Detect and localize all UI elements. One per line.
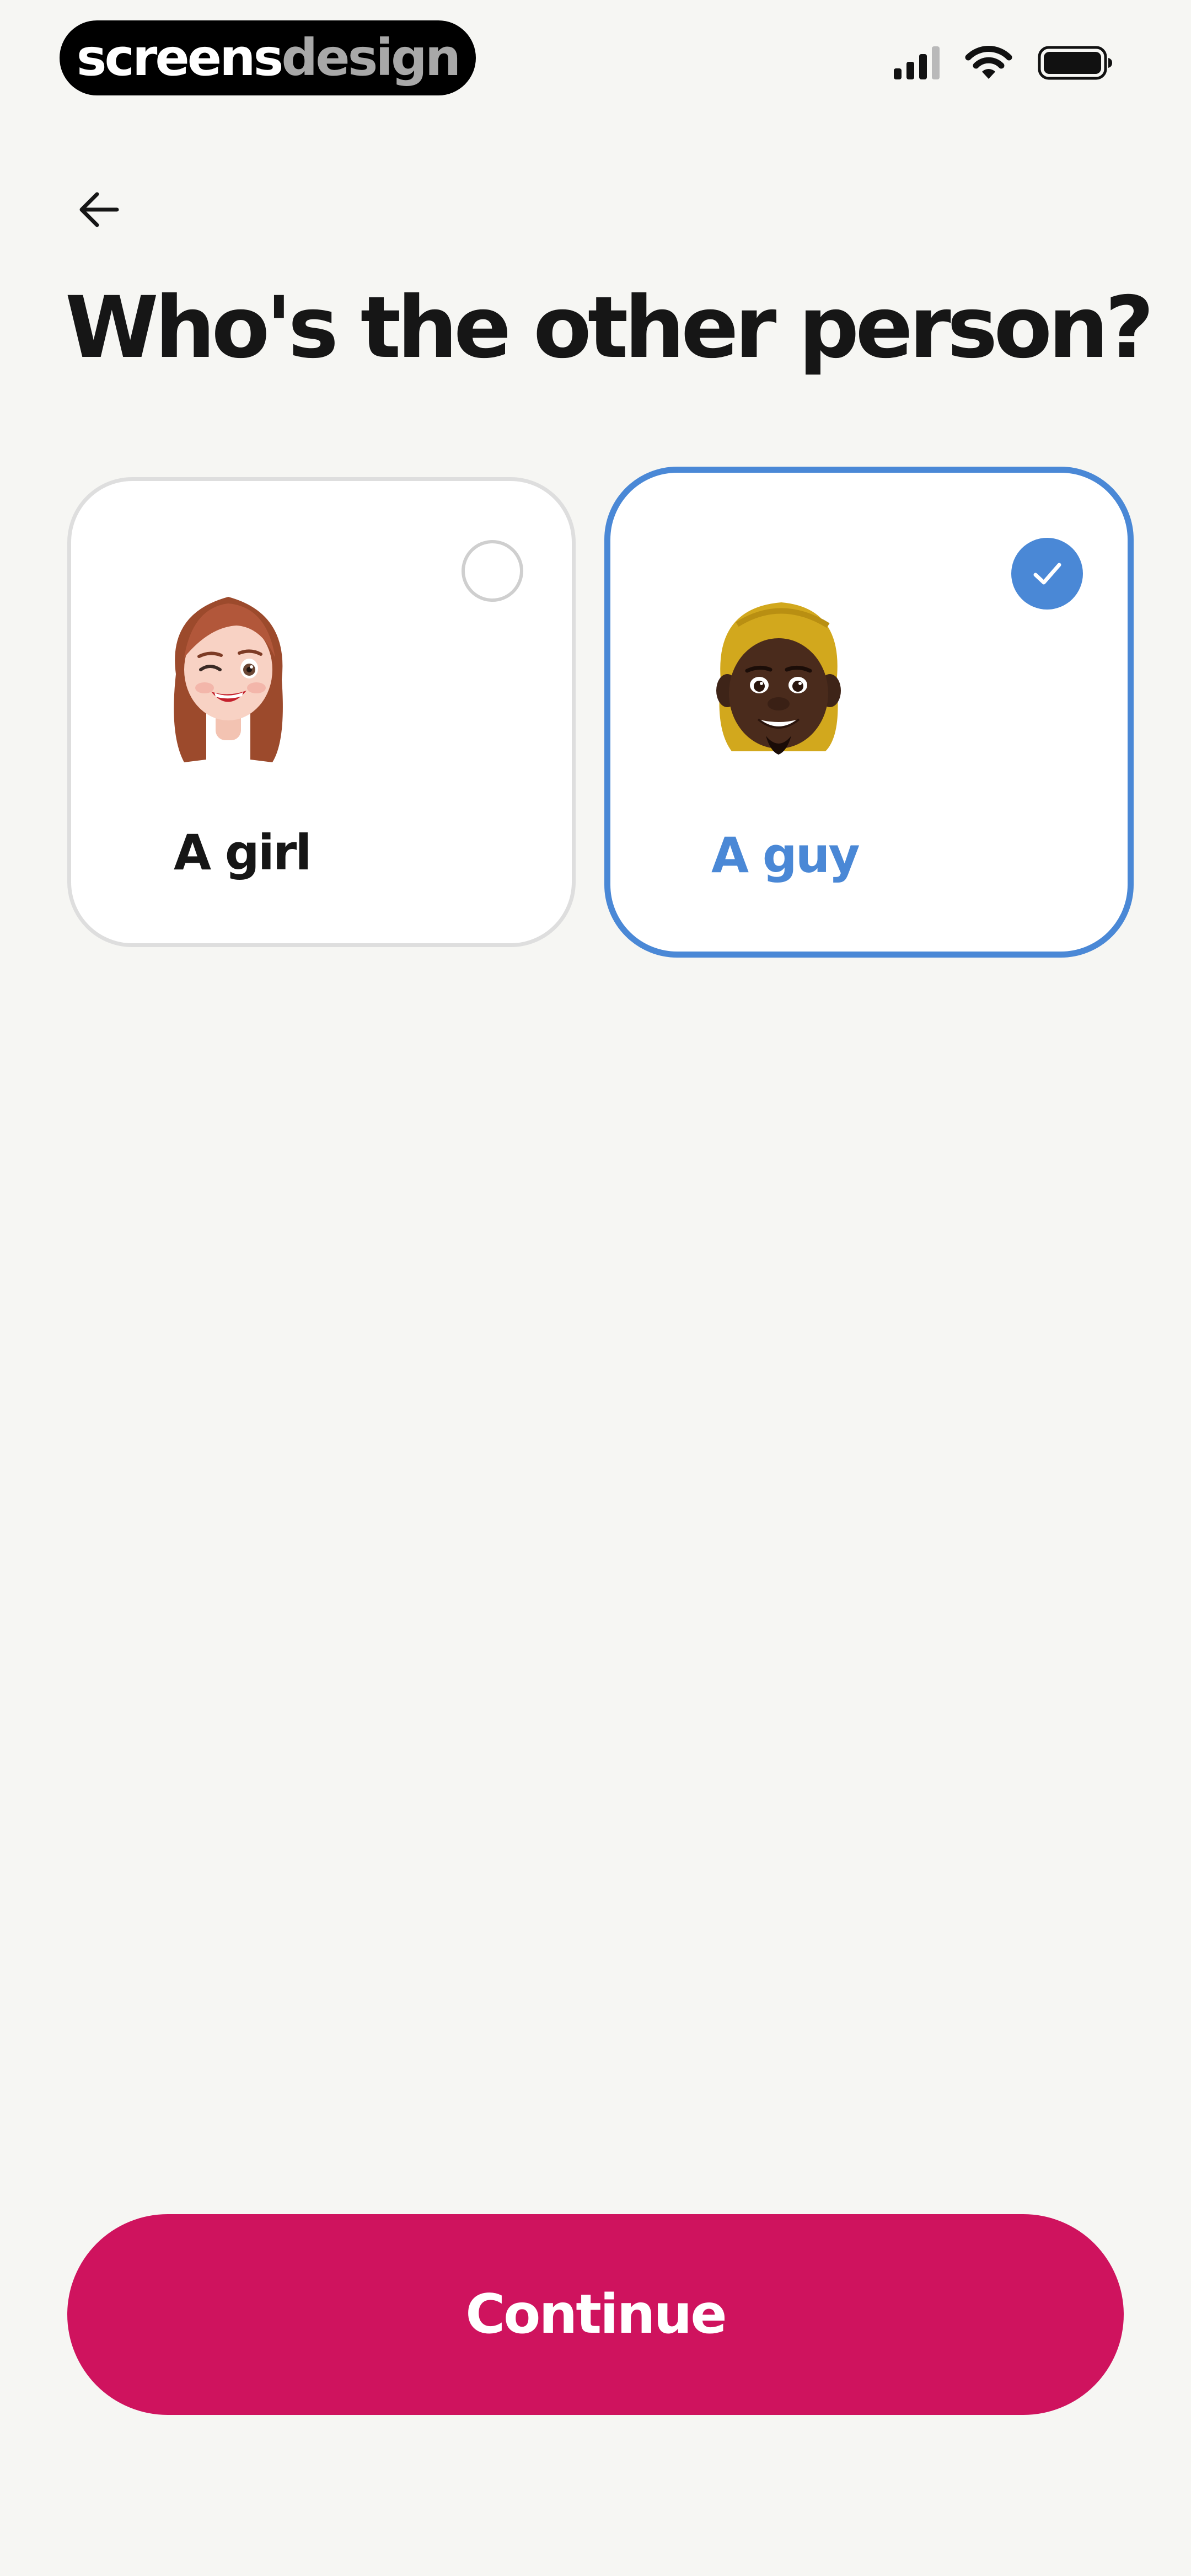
guy-avatar-icon	[716, 602, 841, 755]
brand-watermark: screens design	[60, 20, 476, 95]
battery-icon	[1038, 46, 1112, 80]
checkmark-icon	[1033, 563, 1061, 585]
continue-button[interactable]: Continue	[67, 2214, 1124, 2415]
cellular-signal-icon	[894, 46, 940, 79]
radio-selected[interactable]	[1011, 538, 1083, 610]
option-card-girl[interactable]: A girl	[67, 477, 576, 947]
brand-text-primary: screens	[76, 28, 284, 87]
status-icons	[894, 45, 1114, 81]
option-card-guy[interactable]: A guy	[604, 467, 1134, 958]
option-label-girl: A girl	[174, 824, 312, 881]
option-label-guy: A guy	[711, 827, 860, 884]
wifi-icon	[965, 46, 1012, 79]
brand-text-secondary: design	[281, 28, 461, 87]
page-title: Who's the other person?	[65, 279, 1154, 377]
arrow-left-icon	[79, 192, 119, 227]
girl-avatar-icon	[174, 597, 283, 762]
back-button[interactable]	[72, 182, 127, 237]
radio-unselected[interactable]	[462, 540, 523, 602]
